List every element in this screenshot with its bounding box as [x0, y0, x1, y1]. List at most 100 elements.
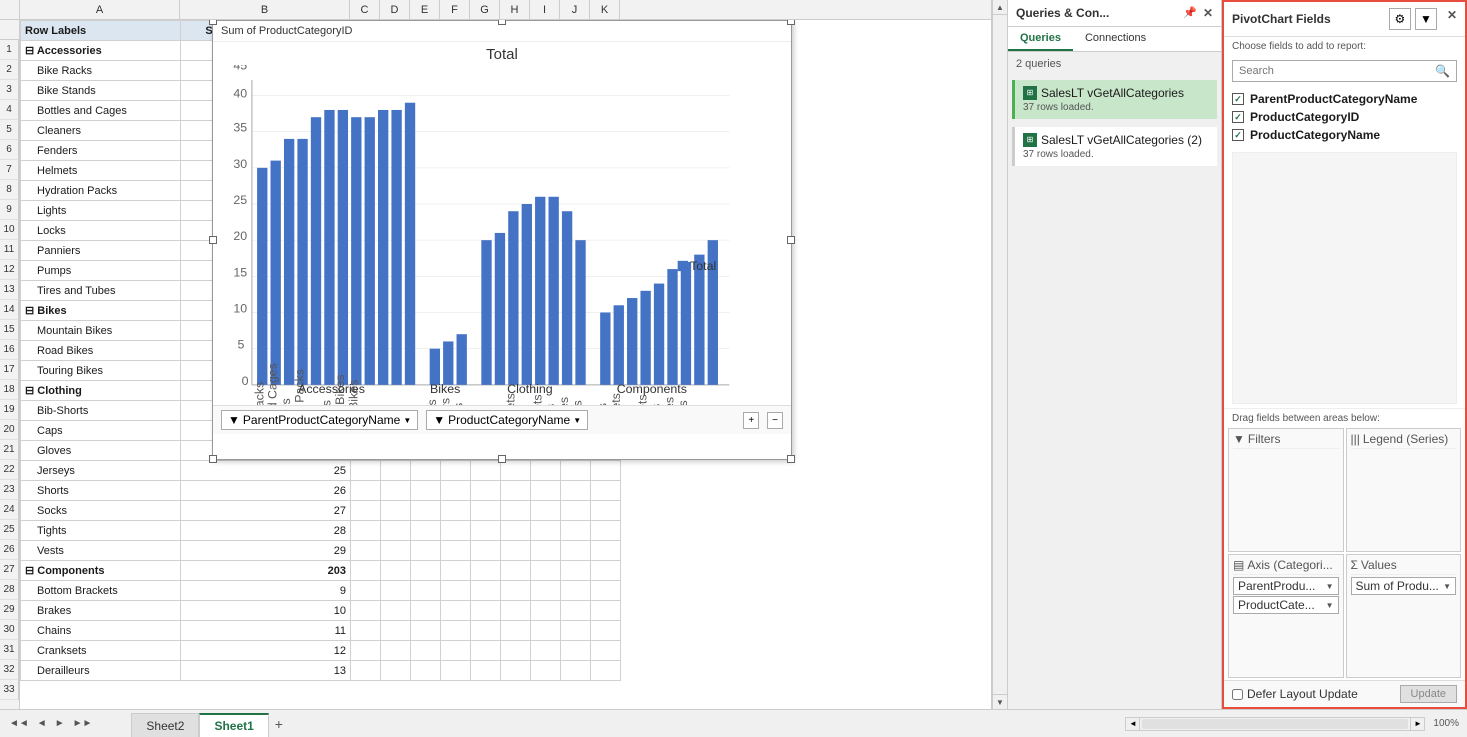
row-num-4: 4	[0, 100, 19, 120]
table-row[interactable]: Socks 27	[21, 501, 621, 521]
svg-text:Accessories: Accessories	[298, 382, 365, 396]
table-row[interactable]: Chains 11	[21, 621, 621, 641]
col-header-h: H	[500, 0, 530, 19]
pivot-chart[interactable]: Sum of ProductCategoryID Total 0 5 10	[212, 20, 792, 460]
chart-expand-btn[interactable]: +	[743, 412, 759, 429]
axis-area-icon: ▤	[1233, 558, 1244, 572]
filters-area[interactable]: ▼ Filters	[1228, 428, 1344, 552]
field-item-2[interactable]: ✓ ProductCategoryID	[1232, 108, 1457, 126]
update-button[interactable]: Update	[1400, 685, 1457, 703]
svg-text:30: 30	[233, 157, 247, 171]
scroll-up-btn[interactable]: ▲	[993, 0, 1007, 15]
row-num-3: 3	[0, 80, 19, 100]
defer-layout-checkbox[interactable]: Defer Layout Update	[1232, 687, 1358, 701]
pivot-panel-close[interactable]: ✕	[1447, 8, 1457, 30]
filter-icon-2: ▼	[433, 413, 445, 427]
field-checkbox-2[interactable]: ✓	[1232, 111, 1244, 123]
queries-tab[interactable]: Queries	[1008, 27, 1073, 51]
row-num-31: 31	[0, 640, 19, 660]
values-tag-1-arrow: ▼	[1443, 582, 1451, 591]
hscroll-left[interactable]: ◄	[1126, 717, 1140, 731]
svg-text:Bikes: Bikes	[430, 382, 460, 396]
col-header-b: B	[180, 0, 350, 19]
row-num-8: 8	[0, 180, 19, 200]
axis-tag-2[interactable]: ProductCate... ▼	[1233, 596, 1339, 614]
col-header-k: K	[590, 0, 620, 19]
svg-text:35: 35	[233, 121, 247, 135]
nav-last[interactable]: ►►	[70, 716, 96, 731]
sheet-tab-sheet2[interactable]: Sheet2	[131, 713, 199, 737]
row-num-19: 19	[0, 400, 19, 420]
row-num-11: 11	[0, 240, 19, 260]
table-row[interactable]: ⊟ Components 203	[21, 561, 621, 581]
axis-area[interactable]: ▤ Axis (Categori... ParentProdu... ▼ Pro…	[1228, 554, 1344, 678]
values-area[interactable]: Σ Values Sum of Produ... ▼	[1346, 554, 1462, 678]
scroll-down-btn[interactable]: ▼	[993, 694, 1007, 709]
pivot-panel: PivotChart Fields ⚙ ▼ ✕ Choose fields to…	[1222, 0, 1467, 709]
row-num-33: 33	[0, 680, 19, 700]
table-icon-1: ⊞	[1023, 86, 1037, 100]
table-row[interactable]: Tights 28	[21, 521, 621, 541]
filter-btn-2[interactable]: ▼ ProductCategoryName ▼	[426, 410, 588, 430]
table-row[interactable]: Cranksets 12	[21, 641, 621, 661]
row-num-24: 24	[0, 500, 19, 520]
svg-text:15: 15	[233, 265, 247, 279]
col-header-f: F	[440, 0, 470, 19]
axis-tag-1[interactable]: ParentProdu... ▼	[1233, 577, 1339, 595]
queries-panel-pin[interactable]: 📌	[1183, 6, 1197, 20]
svg-text:Jerseys: Jerseys	[438, 398, 452, 405]
queries-panel-title: Queries & Con...	[1016, 6, 1109, 20]
field-checkbox-3[interactable]: ✓	[1232, 129, 1244, 141]
queries-panel-close[interactable]: ✕	[1203, 6, 1213, 20]
svg-text:20: 20	[233, 229, 247, 243]
chart-title: Total	[213, 42, 791, 65]
table-row[interactable]: Brakes 10	[21, 601, 621, 621]
pivot-search-input[interactable]	[1239, 65, 1435, 77]
col-header-j: J	[560, 0, 590, 19]
table-row[interactable]: Jerseys 25	[21, 461, 621, 481]
connections-tab[interactable]: Connections	[1073, 27, 1158, 51]
field-checkbox-1[interactable]: ✓	[1232, 93, 1244, 105]
table-icon-2: ⊞	[1023, 133, 1037, 147]
row-num-23: 23	[0, 480, 19, 500]
table-row[interactable]: Vests 29	[21, 541, 621, 561]
table-row[interactable]: Bottom Brackets 9	[21, 581, 621, 601]
svg-text:Bottles and Cages: Bottles and Cages	[266, 363, 280, 405]
hscroll-right[interactable]: ►	[1410, 717, 1424, 731]
nav-next[interactable]: ►	[52, 716, 68, 731]
pivot-settings-btn[interactable]: ⚙	[1389, 8, 1411, 30]
svg-text:45: 45	[233, 65, 247, 73]
svg-text:Pedals: Pedals	[649, 404, 663, 405]
search-icon: 🔍	[1435, 64, 1450, 78]
sheet-tab-sheet1[interactable]: Sheet1	[199, 713, 268, 737]
svg-text:Saddles: Saddles	[663, 397, 677, 405]
field-item-3[interactable]: ✓ ProductCategoryName	[1232, 126, 1457, 144]
row-num-15: 15	[0, 320, 19, 340]
queries-count: 2 queries	[1008, 52, 1221, 76]
axis-tag-1-arrow: ▼	[1326, 582, 1334, 591]
pivot-expand-btn[interactable]: ▼	[1415, 8, 1437, 30]
row-num-32: 32	[0, 660, 19, 680]
table-row[interactable]: Shorts 26	[21, 481, 621, 501]
add-sheet-button[interactable]: +	[269, 714, 289, 734]
col-header-e: E	[410, 0, 440, 19]
values-tag-1[interactable]: Sum of Produ... ▼	[1351, 577, 1457, 595]
filter-btn-1[interactable]: ▼ ParentProductCategoryName ▼	[221, 410, 418, 430]
chart-collapse-btn[interactable]: −	[767, 412, 783, 429]
row-num-20: 20	[0, 420, 19, 440]
svg-text:Components: Components	[617, 382, 687, 396]
nav-first[interactable]: ◄◄	[6, 716, 32, 731]
nav-prev[interactable]: ◄	[34, 716, 50, 731]
dropdown-icon-2: ▼	[573, 416, 581, 425]
row-num-30: 30	[0, 620, 19, 640]
svg-text:Bike Racks: Bike Racks	[252, 382, 266, 405]
query-item-1[interactable]: ⊞ SalesLT vGetAllCategories 37 rows load…	[1012, 80, 1217, 119]
field-item-1[interactable]: ✓ ParentProductCategoryName	[1232, 90, 1457, 108]
svg-text:Clothing: Clothing	[507, 382, 553, 396]
query-item-2[interactable]: ⊞ SalesLT vGetAllCategories (2) 37 rows …	[1012, 127, 1217, 166]
pivot-panel-title: PivotChart Fields	[1232, 12, 1331, 26]
legend-area[interactable]: ||| Legend (Series)	[1346, 428, 1462, 552]
col-header-d: D	[380, 0, 410, 19]
row-num-1: 1	[0, 40, 19, 60]
table-row[interactable]: Derailleurs 13	[21, 661, 621, 681]
